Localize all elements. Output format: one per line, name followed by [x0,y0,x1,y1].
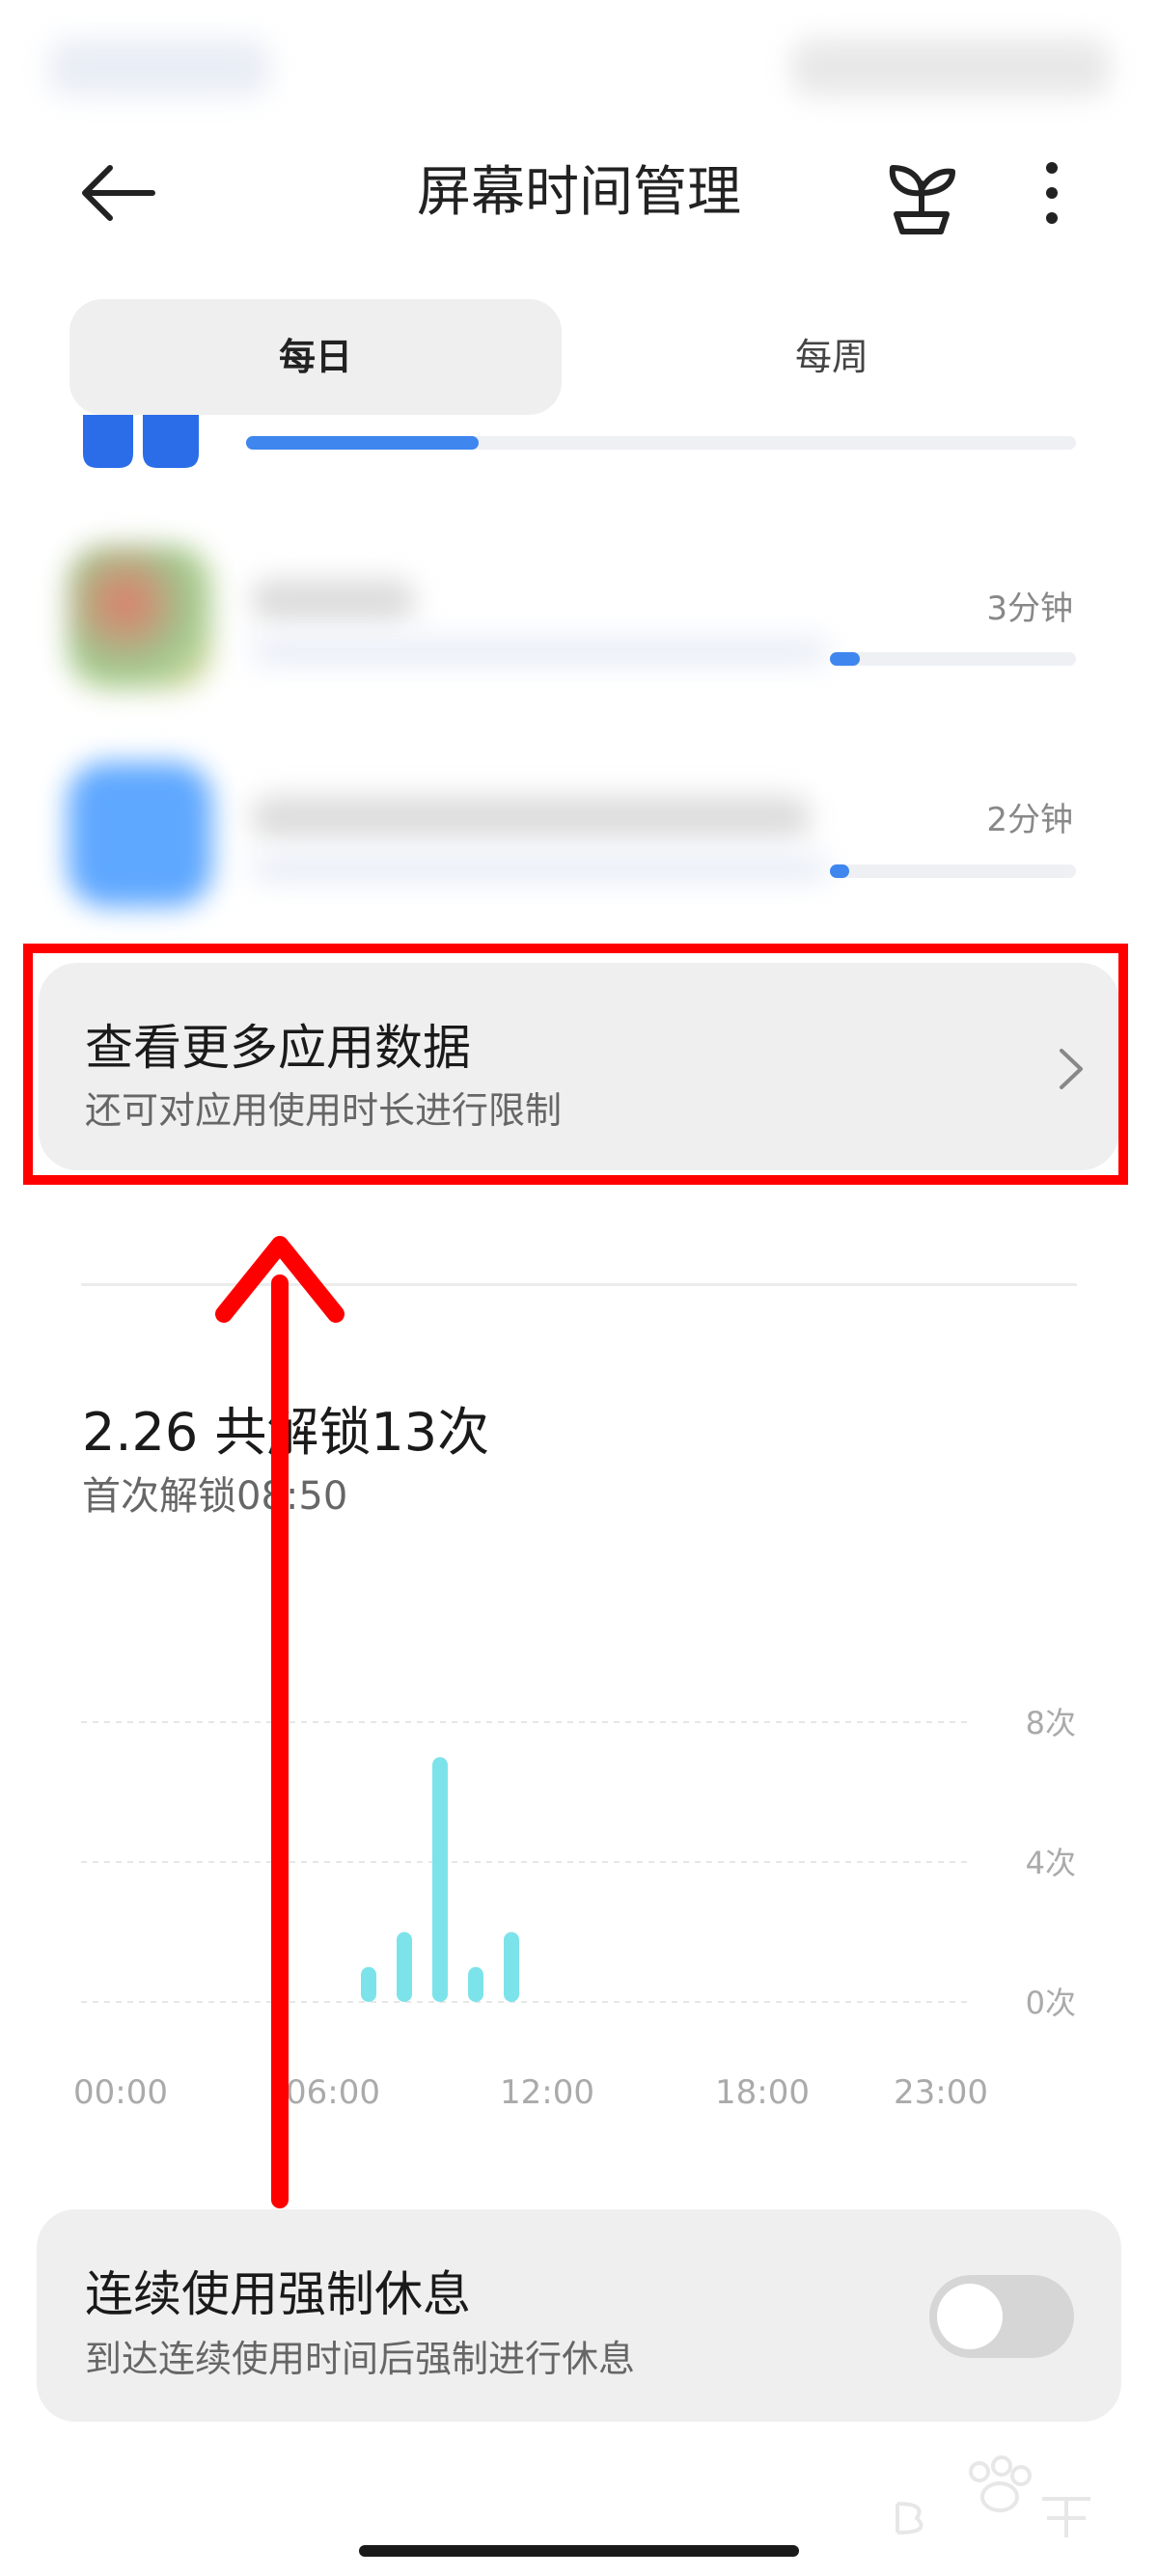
arrow-left-icon [82,165,155,221]
status-bar-left [48,39,270,96]
sprout-button[interactable] [883,154,960,241]
page-title: 屏幕时间管理 [417,161,741,224]
baidu-jingyan-watermark-icon [896,2455,1090,2537]
forced-break-subtitle: 到达连续使用时间后强制进行休息 [85,2338,636,2380]
tab-weekly[interactable]: 每周 [586,299,1078,415]
period-tabs: 每日 每周 [69,299,1078,415]
chart-bar [361,1966,376,2002]
chart-bar [432,1757,448,2002]
usage-bar-partial [246,436,1076,450]
back-button[interactable] [68,154,164,251]
tab-daily[interactable]: 每日 [69,299,562,415]
app-detail-blurred [251,637,830,666]
app-name-blurred [251,796,811,838]
usage-bar-fill [246,436,479,450]
chart-bar [468,1966,483,2002]
usage-bar-fill [830,864,850,878]
app-detail-blurred [251,854,830,883]
app-icon-blurred[interactable] [68,762,212,907]
toggle-knob [937,2284,1003,2349]
chart-x-tick-label: 12:00 [500,2073,594,2112]
usage-bar [830,864,1076,878]
forced-break-toggle[interactable] [929,2275,1074,2358]
status-bar-right [791,39,1110,96]
highlight-annotation-box [23,944,1128,1185]
chart-y-tick-label: 4次 [1026,1845,1076,1881]
chart-bar [504,1932,519,2002]
chart-bar [397,1932,412,2002]
sprout-icon [889,165,955,234]
chart-x-tick-label: 00:00 [73,2073,168,2112]
chart-x-tick-label: 18:00 [715,2073,810,2112]
chart-y-tick-label: 0次 [1026,1985,1076,2021]
usage-bar-fill [830,652,860,666]
more-options-button[interactable] [1023,154,1081,241]
unlock-chart: 8次4次0次00:00 06:00 12:00 18:00 23:00 [73,1705,1076,2112]
usage-bar [830,652,1076,666]
arrow-up-annotation-icon [215,1236,345,2208]
app-name-blurred [251,579,415,621]
chart-x-tick-label: 23:00 [894,2073,988,2112]
more-vertical-icon [1046,162,1058,224]
app-icon-blurred[interactable] [68,545,212,690]
app-icon-partial[interactable] [83,415,199,468]
home-indicator[interactable] [359,2545,799,2557]
app-usage-time: 2分钟 [986,801,1073,839]
forced-break-card: 连续使用强制休息 到达连续使用时间后强制进行休息 [37,2209,1121,2422]
app-usage-time: 3分钟 [986,589,1073,628]
chart-y-tick-label: 8次 [1026,1705,1076,1741]
forced-break-title: 连续使用强制休息 [85,2266,471,2322]
